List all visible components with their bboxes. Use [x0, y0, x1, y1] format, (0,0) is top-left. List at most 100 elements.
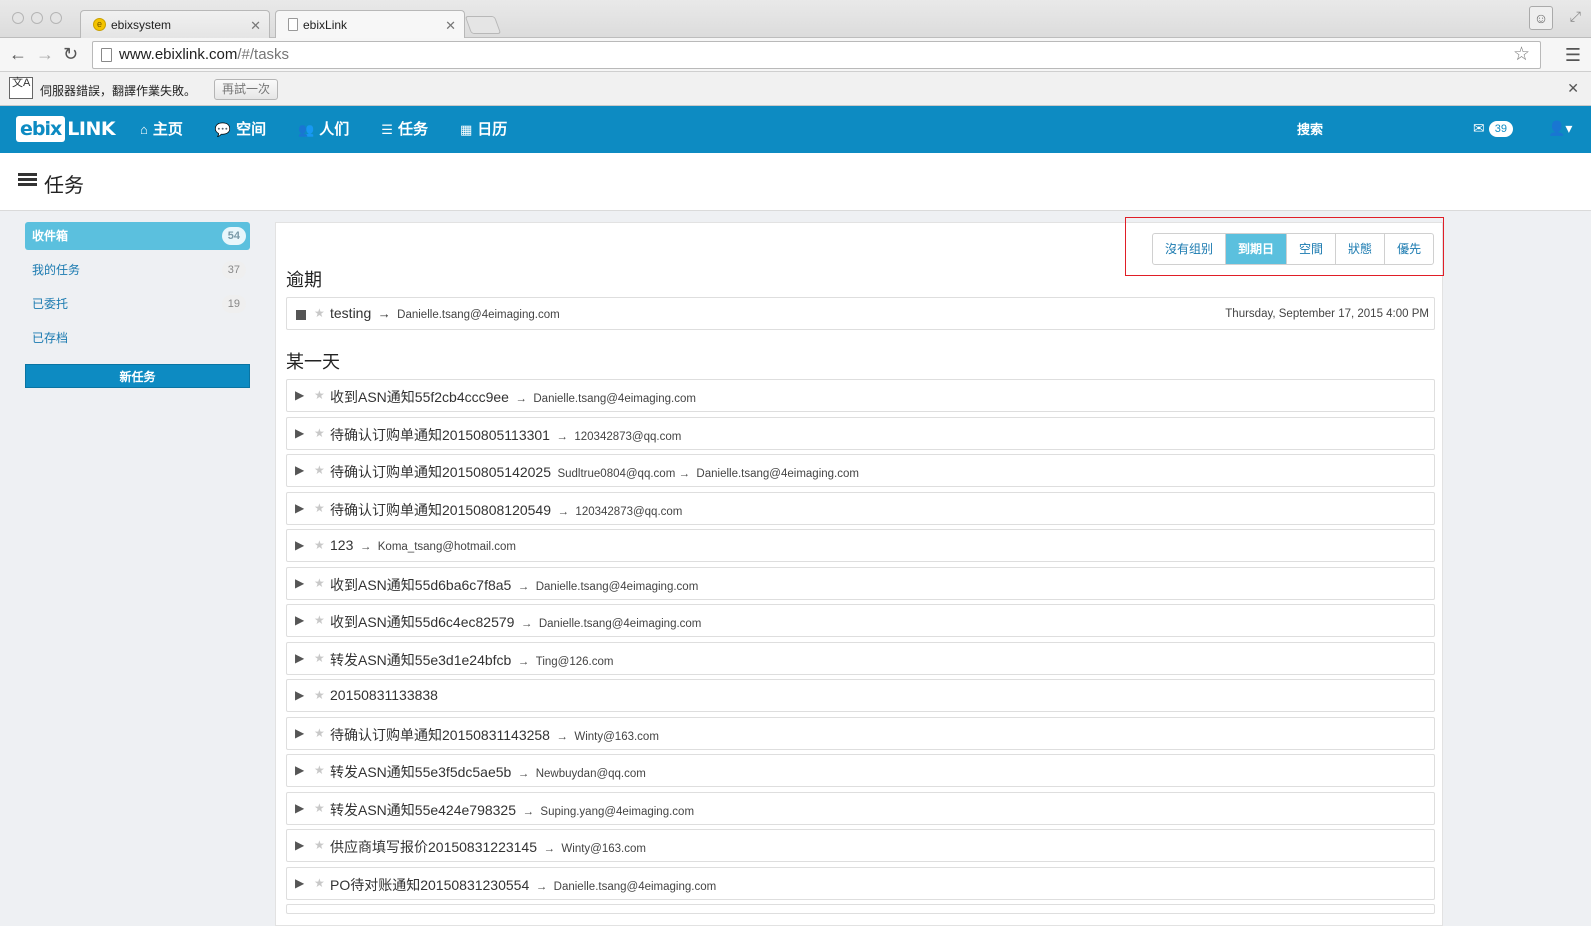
task-name[interactable]: 待确认订购单通知20150805113301: [330, 427, 550, 443]
new-tab-button[interactable]: [464, 16, 502, 34]
task-row[interactable]: ▶ ★ 待确认订购单通知20150831143258 → Winty@163.com: [286, 716, 1435, 750]
task-row[interactable]: ★ testing → Danielle.tsang@4eimaging.com…: [286, 297, 1435, 330]
task-row[interactable]: ▶ ★ 待确认订购单通知20150805142025 Sudltrue0804@qq…: [286, 454, 1435, 487]
task-row[interactable]: ▶ ★ 转发ASN通知55e424e798325 → Suping.yang@4ei…: [286, 791, 1435, 825]
expand-triangle-icon[interactable]: ▶: [295, 613, 304, 627]
star-icon[interactable]: ★: [314, 576, 325, 590]
task-name[interactable]: 供应商填写报价20150831223145: [330, 839, 537, 855]
nav-item-people[interactable]: 👥 人们: [298, 106, 349, 153]
task-row[interactable]: ▶ ★ 20150831133838: [286, 679, 1435, 712]
task-name[interactable]: 待确认订购单通知20150805142025: [330, 464, 551, 480]
fullscreen-icon[interactable]: ⤢: [1570, 8, 1581, 25]
nav-item-tasks[interactable]: ☰ 任务: [381, 106, 428, 153]
expand-triangle-icon[interactable]: ▶: [295, 838, 304, 852]
expand-triangle-icon[interactable]: ▶: [295, 763, 304, 777]
task-line: 待确认订购单通知20150805142025 Sudltrue0804@qq.c…: [330, 462, 859, 482]
star-icon[interactable]: ★: [314, 306, 325, 320]
task-name[interactable]: 待确认订购单通知20150831143258: [330, 727, 550, 743]
group-none-button[interactable]: 沒有组别: [1153, 234, 1227, 264]
expand-triangle-icon[interactable]: ▶: [295, 688, 304, 702]
expand-triangle-icon[interactable]: ▶: [295, 463, 304, 477]
back-icon[interactable]: ←: [9, 45, 27, 63]
group-due-date-button[interactable]: 到期日: [1226, 234, 1288, 264]
expand-triangle-icon[interactable]: ▶: [295, 726, 304, 740]
minimize-window-button[interactable]: [31, 12, 43, 24]
ebixlink-logo[interactable]: ebix LINK: [16, 113, 116, 145]
profile-icon[interactable]: ☺: [1529, 6, 1553, 30]
search-link[interactable]: 搜索: [1297, 106, 1323, 153]
expand-triangle-icon[interactable]: ▶: [295, 501, 304, 515]
sidebar-item-inbox[interactable]: 收件箱 54: [25, 222, 250, 250]
sidebar-item-my-tasks[interactable]: 我的任务 37: [25, 256, 250, 290]
task-row[interactable]: ▶ ★ 收到ASN通知55d6c4ec82579 → Danielle.tsang@…: [286, 604, 1435, 637]
task-row[interactable]: ▶ ★ PO待对账通知20150831230554 → Danielle.tsang…: [286, 866, 1435, 900]
star-icon[interactable]: ★: [314, 501, 325, 515]
task-name[interactable]: 转发ASN通知55e3f5dc5ae5b: [330, 764, 511, 780]
expand-triangle-icon[interactable]: ▶: [295, 576, 304, 590]
expand-triangle-icon[interactable]: ▶: [295, 538, 304, 552]
star-icon[interactable]: ★: [314, 801, 325, 815]
task-row[interactable]: ▶ ★ 供应商填写报价20150831223145 → Winty@163.com: [286, 829, 1435, 862]
reload-icon[interactable]: ↻: [63, 45, 78, 63]
star-icon[interactable]: ★: [314, 538, 325, 552]
close-window-button[interactable]: [12, 12, 24, 24]
task-row[interactable]: [286, 904, 1435, 914]
sidebar-item-delegated[interactable]: 已委托 19: [25, 290, 250, 324]
task-name[interactable]: 转发ASN通知55e3d1e24bfcb: [330, 652, 511, 668]
user-menu-icon[interactable]: 👤▾: [1548, 120, 1572, 137]
browser-tab-ebixsystem[interactable]: e ebixsystem ✕: [80, 10, 270, 39]
expand-triangle-icon[interactable]: ▶: [295, 651, 304, 665]
new-task-button[interactable]: 新任务: [25, 364, 250, 388]
group-priority-button[interactable]: 優先: [1385, 234, 1433, 264]
expand-triangle-icon[interactable]: ▶: [295, 876, 304, 890]
expand-triangle-icon[interactable]: ▶: [295, 426, 304, 440]
nav-item-spaces[interactable]: 💬 空间: [215, 106, 266, 153]
star-icon[interactable]: ★: [314, 426, 325, 440]
expand-triangle-icon[interactable]: ▶: [295, 801, 304, 815]
star-icon[interactable]: ★: [314, 688, 325, 702]
task-name[interactable]: 收到ASN通知55d6c4ec82579: [330, 614, 514, 630]
star-icon[interactable]: ★: [314, 463, 325, 477]
task-name[interactable]: 123: [330, 537, 353, 553]
star-icon[interactable]: ★: [314, 388, 325, 402]
task-row[interactable]: ▶ ★ 收到ASN通知55f2cb4ccc9ee → Danielle.tsang@…: [286, 379, 1435, 412]
zoom-window-button[interactable]: [50, 12, 62, 24]
browser-tab-ebixlink[interactable]: ebixLink ✕: [275, 10, 465, 40]
close-tab-icon[interactable]: ✕: [445, 18, 456, 34]
close-tab-icon[interactable]: ✕: [250, 18, 261, 34]
stop-icon[interactable]: [296, 310, 306, 320]
task-name[interactable]: 20150831133838: [330, 687, 438, 703]
expand-triangle-icon[interactable]: ▶: [295, 388, 304, 402]
task-name[interactable]: testing: [330, 305, 371, 321]
task-row[interactable]: ▶ ★ 待确认订购单通知20150805113301 → 120342873@qq.…: [286, 416, 1435, 450]
task-name[interactable]: 待确认订购单通知20150808120549: [330, 502, 551, 518]
task-row[interactable]: ▶ ★ 收到ASN通知55d6ba6c7f8a5 → Danielle.tsang@…: [286, 566, 1435, 600]
close-infobar-icon[interactable]: ✕: [1567, 80, 1579, 97]
nav-item-home[interactable]: ⌂ 主页: [140, 106, 183, 153]
task-name[interactable]: PO待对账通知20150831230554: [330, 877, 529, 893]
forward-icon[interactable]: →: [36, 45, 54, 63]
messages-button[interactable]: ✉ 39: [1473, 120, 1513, 137]
retry-button[interactable]: 再試一次: [214, 79, 279, 100]
group-status-button[interactable]: 狀態: [1336, 234, 1386, 264]
star-icon[interactable]: ★: [314, 838, 325, 852]
address-bar[interactable]: www.ebixlink.com/#/tasks ☆: [92, 41, 1541, 69]
task-name[interactable]: 收到ASN通知55f2cb4ccc9ee: [330, 389, 509, 405]
window-controls[interactable]: [12, 12, 62, 24]
task-row[interactable]: ▶ ★ 转发ASN通知55e3d1e24bfcb → Ting@126.com: [286, 641, 1435, 675]
bookmark-star-icon[interactable]: ☆: [1513, 42, 1530, 68]
task-name[interactable]: 转发ASN通知55e424e798325: [330, 802, 516, 818]
star-icon[interactable]: ★: [314, 876, 325, 890]
star-icon[interactable]: ★: [314, 726, 325, 740]
star-icon[interactable]: ★: [314, 651, 325, 665]
star-icon[interactable]: ★: [314, 613, 325, 627]
group-space-button[interactable]: 空間: [1287, 234, 1337, 264]
task-row[interactable]: ▶ ★ 123 → Koma_tsang@hotmail.com: [286, 529, 1435, 562]
task-row[interactable]: ▶ ★ 转发ASN通知55e3f5dc5ae5b → Newbuydan@qq.co…: [286, 754, 1435, 787]
task-row[interactable]: ▶ ★ 待确认订购单通知20150808120549 → 120342873@qq.…: [286, 491, 1435, 525]
sidebar-item-archived[interactable]: 已存档: [25, 324, 250, 358]
nav-item-calendar[interactable]: ▦ 日历: [460, 106, 507, 153]
browser-menu-icon[interactable]: ☰: [1565, 45, 1581, 66]
star-icon[interactable]: ★: [314, 763, 325, 777]
task-name[interactable]: 收到ASN通知55d6ba6c7f8a5: [330, 577, 511, 593]
